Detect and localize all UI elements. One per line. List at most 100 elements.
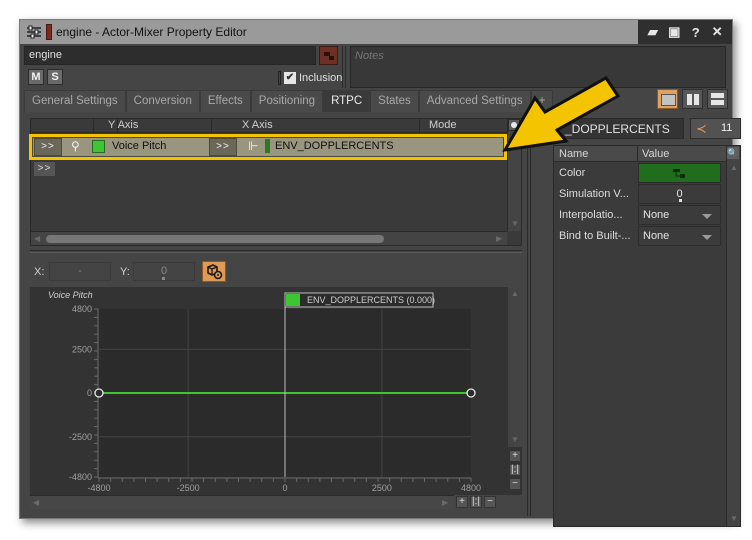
y-axis-name: Voice Pitch [112,140,167,152]
y-tick-label: 0 [87,388,92,398]
new-rtpc-browse-button[interactable]: >> [33,161,56,177]
window-title: engine - Actor-Mixer Property Editor [56,25,247,39]
close-icon[interactable]: ✕ [708,24,726,40]
inclusion-checkbox[interactable]: ✔ [284,72,296,84]
references-button[interactable]: ≺ 11 [690,118,741,139]
zoom-in-y-button[interactable]: + [509,450,521,462]
tab-rtpc[interactable]: RTPC [323,90,371,112]
scroll-right-icon[interactable]: ▶ [496,234,502,243]
scroll-left-icon[interactable]: ◀ [33,498,39,507]
properties-header: Name Value [554,146,727,162]
property-row-color: Color [554,163,727,184]
scroll-down-icon[interactable]: ▼ [511,219,519,228]
y-axis-color-swatch [92,140,105,153]
x-axis-color-swatch [265,139,270,153]
snap-cube-icon [207,264,223,280]
property-name: Color [559,167,586,179]
y-label: Y: [120,266,130,278]
property-row-simulation-value: Simulation V... 0 [554,184,727,205]
scroll-down-icon[interactable]: ▼ [730,514,738,523]
scroll-down-icon[interactable]: ▼ [511,435,519,444]
property-name: Interpolatio... [559,209,623,221]
tab-conversion[interactable]: Conversion [125,90,200,112]
layout-buttons [657,89,728,109]
columns-layout-button[interactable] [682,89,703,109]
scroll-left-icon[interactable]: ◀ [34,234,40,243]
fit-y-button[interactable]: |:| [509,464,521,476]
zoom-out-y-button[interactable]: − [509,478,521,490]
property-editor-window: engine - Actor-Mixer Property Editor ▰ ▣… [19,19,741,527]
open-icon[interactable]: ▰ [644,24,662,40]
scrollbar-thumb[interactable] [46,235,384,243]
rtpc-list-vscrollbar[interactable]: ▼ [507,119,521,231]
y-tick-label: -4800 [69,472,92,482]
fit-x-button[interactable]: |:| [470,496,482,508]
graph-vscrollbar[interactable]: ▲ ▼ [508,287,522,447]
settings-sliders-icon [27,25,41,39]
x-axis-browse-button[interactable]: >> [209,138,237,156]
hierarchy-link-button[interactable] [319,46,338,65]
single-layout-button[interactable] [657,89,678,109]
x-value-field[interactable]: - [49,262,111,281]
column-value[interactable]: Value [642,148,669,160]
solo-button[interactable]: S [47,69,63,85]
vertical-splitter[interactable] [527,116,531,516]
property-row-bind-to-built-in: Bind to Built-... None [554,226,727,247]
y-tick-label: 2500 [72,344,92,354]
x-tick-label: 4800 [461,483,481,493]
object-name-field[interactable]: engine [24,46,316,65]
curve-point [94,388,104,398]
search-icon[interactable]: 🔍 [727,147,739,159]
inclusion-toggle[interactable]: ✔ Inclusion [278,71,342,85]
y-axis-browse-button[interactable]: >> [34,138,62,156]
rtpc-list-hscrollbar[interactable]: ◀ ▶ [31,231,507,245]
reference-count: 11 [721,122,733,134]
zoom-out-x-button[interactable]: − [484,496,496,508]
simulation-value-slider[interactable]: 0 [638,184,721,204]
column-x-axis[interactable]: X Axis [242,119,273,131]
column-y-axis[interactable]: Y Axis [108,119,138,131]
column-options-icon[interactable] [508,119,520,131]
horizontal-splitter[interactable] [30,250,522,253]
tab-effects[interactable]: Effects [199,90,251,112]
rows-layout-button[interactable] [707,89,728,109]
scroll-right-icon[interactable]: ▶ [442,498,448,507]
y-tick-label: -2500 [69,432,92,442]
title-bar: engine - Actor-Mixer Property Editor ▰ ▣… [20,20,732,44]
rtpc-name-field[interactable]: _DOPPLERCENTS [554,118,684,139]
property-name: Simulation V... [559,188,629,200]
property-name: Bind to Built-... [559,230,631,242]
add-tab-button[interactable]: + [530,90,554,112]
snap-button[interactable] [202,261,226,282]
scroll-up-icon[interactable]: ▲ [511,289,519,298]
pin-icon[interactable]: ⚲ [71,139,80,153]
game-parameter-icon: ⊩ [248,139,259,153]
graph-hscrollbar[interactable]: ◀ ▶ [30,495,454,509]
rtpc-curve-chart[interactable]: -4800 -2500 0 2500 4800 4800 2500 0 -2500 -4800 Vo… [30,287,508,495]
properties-vscrollbar[interactable]: 🔍 ▲ ▼ [726,146,740,526]
interpolation-dropdown[interactable]: None [638,205,721,225]
x-axis-name: ENV_DOPPLERCENTS [275,140,394,152]
x-tick-label: 2500 [372,483,392,493]
tab-advanced-settings[interactable]: Advanced Settings [418,90,531,112]
tab-positioning[interactable]: Positioning [250,90,324,112]
column-mode[interactable]: Mode [429,119,457,131]
save-icon[interactable]: ▣ [665,24,683,40]
help-icon[interactable]: ? [687,25,705,40]
bind-to-built-in-dropdown[interactable]: None [638,226,721,246]
color-picker[interactable] [638,163,721,183]
cursor-color-swatch [286,294,300,306]
mute-button[interactable]: M [28,69,44,85]
zoom-in-x-button[interactable]: + [456,496,468,508]
splitter[interactable] [342,46,346,88]
tab-general-settings[interactable]: General Settings [24,90,126,112]
x-tick-label: -2500 [177,483,200,493]
rtpc-row-selected[interactable]: >> ⚲ Voice Pitch >> ⊩ ENV_DOPPLERCENTS [29,134,507,160]
column-name[interactable]: Name [559,148,588,160]
y-value-field[interactable]: 0 [133,262,195,281]
tab-states[interactable]: States [370,90,419,112]
rtpc-graph[interactable]: -4800 -2500 0 2500 4800 4800 2500 0 -2500 -4800 Vo… [30,287,522,495]
notes-field[interactable]: Notes [350,46,726,88]
scroll-up-icon[interactable]: ▲ [730,163,738,172]
hierarchy-icon [673,169,685,178]
